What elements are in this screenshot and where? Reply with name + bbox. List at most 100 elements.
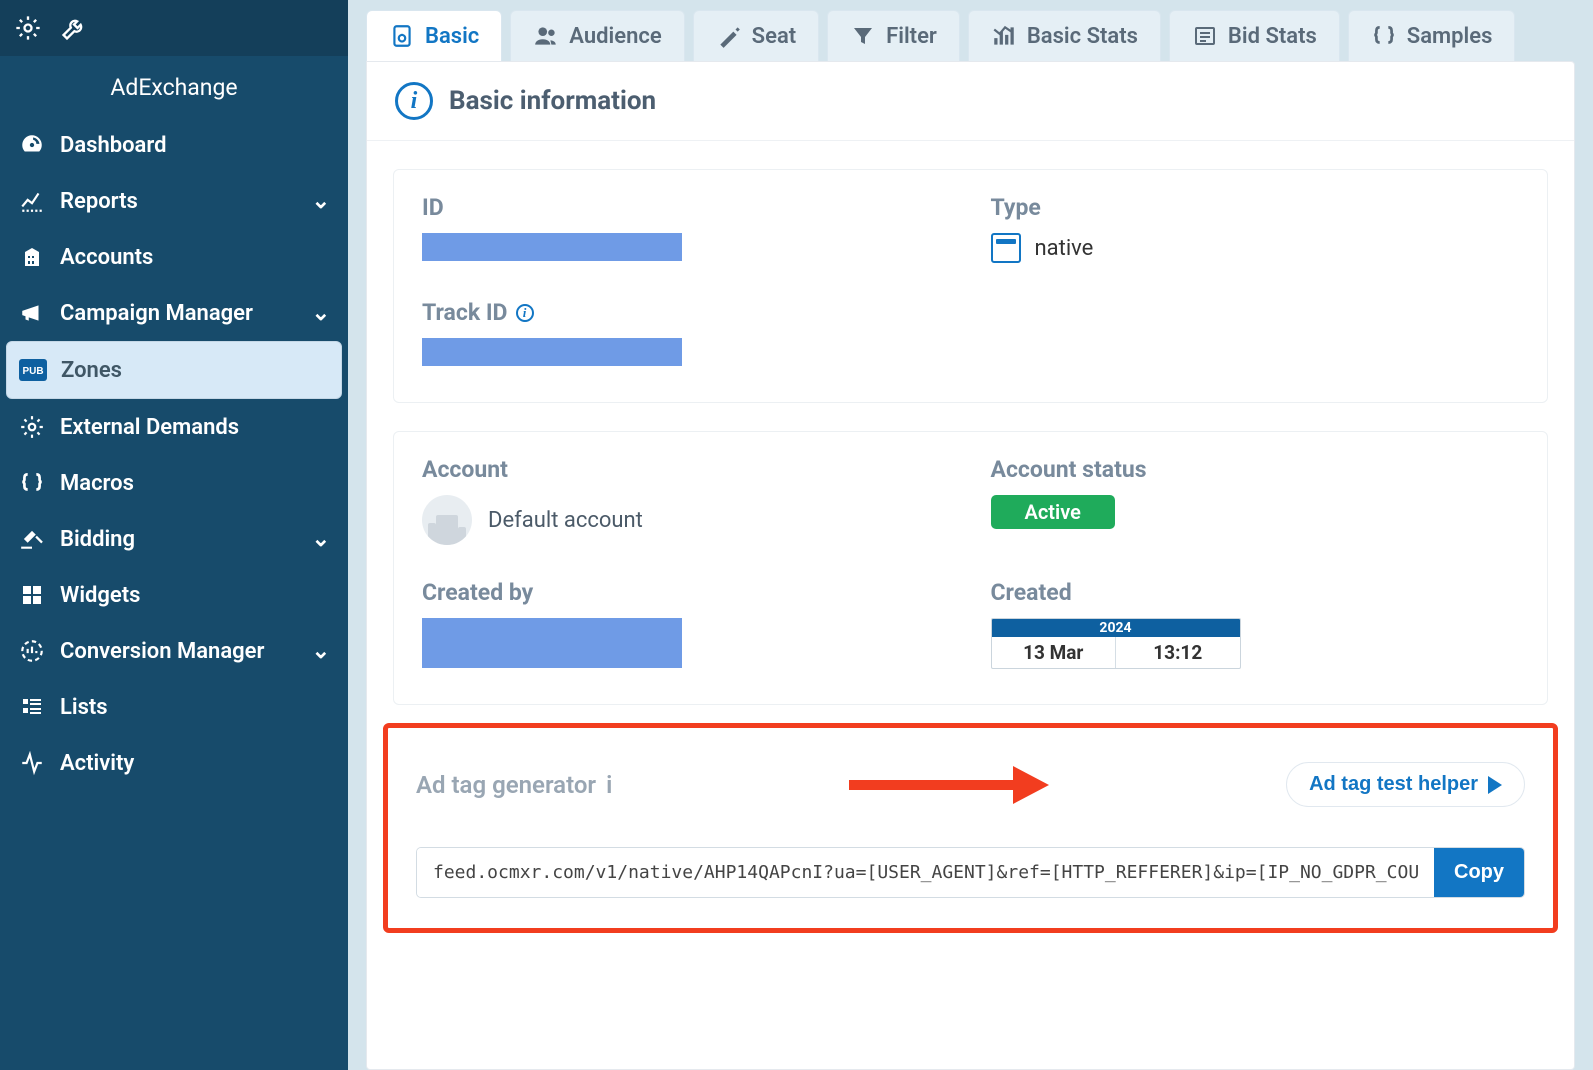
created-date-widget: 2024 13 Mar 13:12 — [991, 618, 1241, 669]
redacted-value — [422, 233, 682, 261]
wand-icon — [716, 23, 742, 49]
ad-tag-generator-title: Ad tag generator i — [416, 771, 612, 799]
sidebar-item-label: Lists — [60, 695, 108, 720]
refresh-chart-icon — [18, 637, 46, 665]
field-id: ID — [422, 194, 951, 265]
sidebar-item-macros[interactable]: Macros — [6, 455, 342, 511]
ad-tag-generator-highlight: Ad tag generator i Ad tag test helper Co… — [383, 723, 1558, 933]
ad-tag-test-helper-button[interactable]: Ad tag test helper — [1286, 762, 1525, 807]
field-label-track-id: Track ID i — [422, 299, 951, 326]
braces-icon — [1371, 23, 1397, 49]
sidebar: AdExchange Dashboard Reports ⌄ Accounts … — [0, 0, 348, 1070]
tab-label: Audience — [569, 24, 661, 49]
chevron-down-icon: ⌄ — [312, 527, 330, 552]
sidebar-item-label: Reports — [60, 189, 138, 214]
sidebar-item-accounts[interactable]: Accounts — [6, 229, 342, 285]
sidebar-item-reports[interactable]: Reports ⌄ — [6, 173, 342, 229]
clipboard-gear-icon — [389, 23, 415, 49]
tab-bid-stats[interactable]: Bid Stats — [1169, 10, 1340, 61]
list-icon — [18, 693, 46, 721]
tools-icon[interactable] — [60, 14, 88, 42]
chevron-down-icon: ⌄ — [312, 639, 330, 664]
help-icon[interactable]: i — [516, 304, 534, 322]
account-avatar-icon — [422, 495, 472, 545]
basic-info-card: ID Type native Track ID i — [393, 169, 1548, 403]
created-date: 13 Mar — [992, 637, 1116, 668]
tab-filter[interactable]: Filter — [827, 10, 960, 61]
field-label-account-status: Account status — [991, 456, 1520, 483]
tab-samples[interactable]: Samples — [1348, 10, 1516, 61]
field-account-status: Account status Active — [991, 456, 1520, 545]
account-name: Default account — [488, 508, 643, 533]
sidebar-item-label: Dashboard — [60, 133, 166, 158]
helper-btn-label: Ad tag test helper — [1309, 773, 1478, 796]
gauge-icon — [18, 131, 46, 159]
brand-title: AdExchange — [0, 56, 348, 109]
field-label-account: Account — [422, 456, 951, 483]
list-stats-icon — [1192, 23, 1218, 49]
sidebar-item-campaign-manager[interactable]: Campaign Manager ⌄ — [6, 285, 342, 341]
sidebar-item-label: Accounts — [60, 245, 153, 270]
network-icon[interactable] — [14, 14, 42, 42]
megaphone-icon — [18, 299, 46, 327]
content-panel: i Basic information ID Type native — [366, 61, 1575, 1070]
field-account: Account Default account — [422, 456, 951, 545]
sidebar-item-bidding[interactable]: Bidding ⌄ — [6, 511, 342, 567]
sidebar-item-lists[interactable]: Lists — [6, 679, 342, 735]
sidebar-item-widgets[interactable]: Widgets — [6, 567, 342, 623]
pub-badge-icon: PUB — [19, 356, 47, 384]
field-label-type: Type — [991, 194, 1520, 221]
help-icon[interactable]: i — [606, 771, 612, 799]
section-header: i Basic information — [367, 62, 1574, 141]
status-badge: Active — [991, 495, 1115, 529]
sidebar-item-label: Macros — [60, 471, 134, 496]
tab-basic-stats[interactable]: Basic Stats — [968, 10, 1161, 61]
info-icon: i — [395, 82, 433, 120]
type-value: native — [1035, 236, 1094, 261]
tab-label: Seat — [752, 24, 796, 49]
main-area: Basic Audience Seat Filter Basic Stats B… — [348, 0, 1593, 1070]
redacted-value — [422, 618, 682, 668]
ad-tag-code-row: Copy — [416, 847, 1525, 898]
track-id-text: Track ID — [422, 299, 508, 326]
sidebar-item-label: Bidding — [60, 527, 135, 552]
section-title: Basic information — [449, 86, 656, 116]
field-created: Created 2024 13 Mar 13:12 — [991, 579, 1520, 672]
grid-icon — [18, 581, 46, 609]
tab-label: Basic Stats — [1027, 24, 1138, 49]
sidebar-item-label: Zones — [61, 358, 122, 383]
field-type: Type native — [991, 194, 1520, 265]
chevron-down-icon: ⌄ — [312, 301, 330, 326]
field-track-id: Track ID i — [422, 299, 951, 370]
sidebar-item-label: Campaign Manager — [60, 301, 253, 326]
tab-seat[interactable]: Seat — [693, 10, 819, 61]
tab-label: Basic — [425, 24, 479, 49]
account-card: Account Default account Account status A… — [393, 431, 1548, 705]
sidebar-item-conversion-manager[interactable]: Conversion Manager ⌄ — [6, 623, 342, 679]
building-icon — [18, 243, 46, 271]
tab-label: Bid Stats — [1228, 24, 1317, 49]
trend-chart-icon — [991, 23, 1017, 49]
sidebar-item-external-demands[interactable]: External Demands — [6, 399, 342, 455]
native-type-icon — [991, 233, 1021, 263]
sidebar-top-toolbar — [0, 0, 348, 56]
sidebar-item-label: External Demands — [60, 415, 239, 440]
tab-label: Samples — [1407, 24, 1493, 49]
field-label-created-by: Created by — [422, 579, 951, 606]
field-created-by: Created by — [422, 579, 951, 672]
copy-button[interactable]: Copy — [1434, 848, 1524, 897]
sidebar-item-dashboard[interactable]: Dashboard — [6, 117, 342, 173]
tab-audience[interactable]: Audience — [510, 10, 684, 61]
users-icon — [533, 23, 559, 49]
gavel-icon — [18, 525, 46, 553]
svg-text:PUB: PUB — [22, 366, 43, 377]
ad-tag-code-input[interactable] — [417, 848, 1434, 897]
chevron-down-icon: ⌄ — [312, 189, 330, 214]
line-chart-icon — [18, 187, 46, 215]
sidebar-item-activity[interactable]: Activity — [6, 735, 342, 791]
tab-basic[interactable]: Basic — [366, 10, 502, 61]
tab-label: Filter — [886, 24, 937, 49]
braces-icon — [18, 469, 46, 497]
field-label-created: Created — [991, 579, 1520, 606]
sidebar-item-zones[interactable]: PUB Zones — [6, 341, 342, 399]
